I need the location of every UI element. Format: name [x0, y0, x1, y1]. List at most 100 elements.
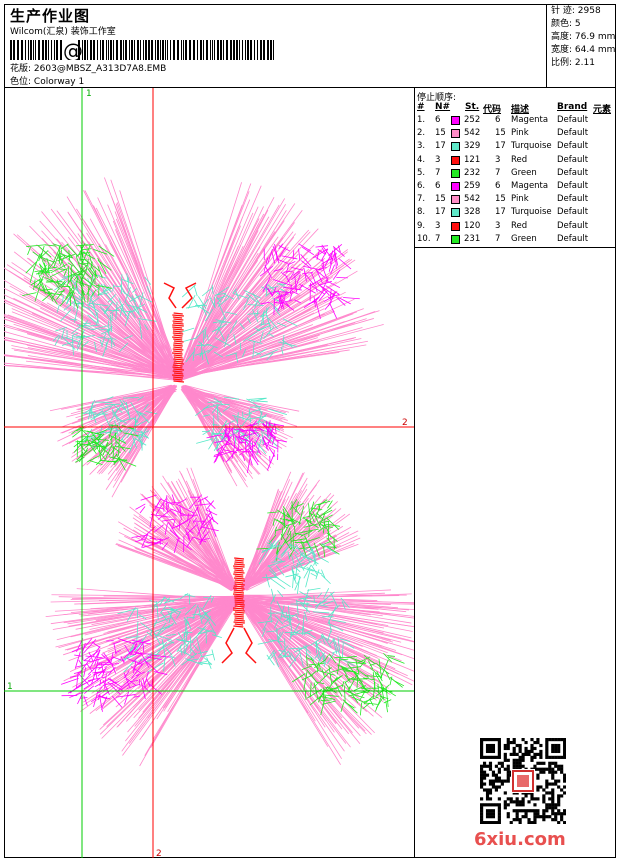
stats-box: 针 迹: 2958 颜色: 5 高度: 76.9 mm 宽度: 64.4 mm … [546, 4, 616, 88]
color-swatch [451, 195, 460, 205]
legend-cell-n: 17 [435, 207, 446, 218]
legend-cell-desc: Red [511, 154, 528, 165]
barcode-symbol: @ [63, 40, 83, 60]
legend-cell-desc: Green [511, 233, 537, 244]
legend-header-element: 元素 [593, 105, 612, 115]
color-swatch [451, 168, 460, 178]
design-preview: 1 2 2 1 [4, 88, 415, 858]
stat-height: 高度: 76.9 mm [551, 32, 616, 42]
legend-cell-desc: Pink [511, 194, 529, 205]
legend-header-desc: 描述 [511, 105, 530, 115]
embroidery-stitches [4, 177, 414, 767]
legend-cell-brand: Default [557, 181, 589, 191]
barcode: @ [10, 40, 274, 60]
legend-cell-st: 259 [464, 181, 481, 191]
legend-cell-brand: Default [557, 233, 589, 244]
legend-cell-code: 3 [495, 220, 501, 231]
legend-cell-brand: Default [557, 154, 589, 165]
color-swatch [451, 129, 460, 139]
color-swatch [451, 116, 460, 125]
stat-scale: 比例: 2.11 [551, 58, 595, 68]
site-watermark: 6xiu.com [474, 829, 566, 850]
qr-code [480, 738, 566, 824]
legend-cell-code: 15 [495, 128, 506, 139]
legend-cell-brand: Default [557, 167, 589, 178]
guide-label-left: 1 [7, 682, 13, 692]
legend-cell-brand: Default [557, 115, 589, 125]
legend-cell-st: 231 [464, 233, 481, 244]
colorway-label: 色位: [10, 77, 32, 87]
legend-cell-n: 15 [435, 128, 446, 139]
legend-header-num: # [417, 102, 425, 112]
stat-stitches: 针 迹: 2958 [551, 6, 601, 16]
legend-cell-brand: Default [557, 128, 589, 139]
design-file-label: 花版: [10, 64, 32, 74]
legend-cell-code: 17 [495, 141, 506, 152]
legend-cell-st: 120 [464, 220, 481, 231]
page-title: 生产作业图 [10, 7, 91, 25]
legend-cell-desc: Pink [511, 128, 529, 139]
legend-cell-num: 2. [417, 128, 426, 139]
legend-cell-desc: Magenta [511, 181, 549, 191]
legend-cell-code: 7 [495, 167, 501, 178]
color-swatch [451, 142, 460, 152]
legend-cell-code: 6 [495, 115, 501, 125]
legend-header-brand: Brand [557, 102, 588, 112]
color-swatch [451, 208, 460, 218]
legend-cell-brand: Default [557, 207, 589, 218]
legend-cell-st: 121 [464, 154, 481, 165]
color-swatch [451, 182, 460, 191]
legend-cell-n: 7 [435, 233, 441, 244]
legend-cell-num: 7. [417, 194, 426, 205]
design-file-row: 花版: 2603@MBSZ_A313D7A8.EMB [10, 61, 166, 74]
embroidery-preview: 1 2 2 1 [4, 88, 414, 858]
guide-label-right: 2 [402, 418, 408, 428]
legend-cell-num: 10. [417, 233, 431, 244]
legend-cell-num: 5. [417, 167, 426, 178]
legend-header-n: N# [435, 102, 451, 112]
legend-cell-brand: Default [557, 194, 589, 205]
legend-cell-st: 252 [464, 115, 481, 125]
legend-cell-code: 17 [495, 207, 506, 218]
legend-cell-n: 17 [435, 141, 446, 152]
legend-cell-n: 7 [435, 167, 441, 178]
legend-cell-desc: Turquoise [511, 207, 552, 218]
legend-header-st: St. [465, 102, 480, 112]
legend-cell-st: 329 [464, 141, 481, 152]
stop-sequence-legend: 停止顺序: # N# St. 代码 描述 Brand 元素 1. 6 252 6 Mag… [415, 88, 616, 248]
legend-cell-brand: Default [557, 141, 589, 152]
legend-cell-code: 7 [495, 233, 501, 244]
legend-cell-code: 15 [495, 194, 506, 205]
legend-cell-num: 8. [417, 207, 426, 218]
color-swatch [451, 221, 460, 231]
legend-cell-code: 6 [495, 181, 501, 191]
legend-cell-desc: Green [511, 167, 537, 178]
design-file-value: 2603@MBSZ_A313D7A8.EMB [33, 64, 167, 74]
legend-cell-st: 542 [464, 128, 481, 139]
legend-cell-num: 9. [417, 220, 426, 231]
guide-label-top: 1 [86, 89, 92, 99]
legend-cell-n: 15 [435, 194, 446, 205]
colorway-row: 色位: Colorway 1 [10, 74, 84, 87]
legend-cell-code: 3 [495, 154, 501, 165]
stat-colors: 颜色: 5 [551, 19, 581, 29]
legend-cell-num: 1. [417, 115, 426, 125]
legend-cell-st: 328 [464, 207, 481, 218]
legend-cell-n: 3 [435, 154, 441, 165]
header: 生产作业图 Wilcom(汇泉) 装饰工作室 @ 花版: 2603@MBSZ_A… [4, 4, 616, 88]
legend-cell-n: 6 [435, 115, 441, 125]
color-swatch [451, 155, 460, 165]
legend-cell-n: 3 [435, 220, 441, 231]
legend-cell-brand: Default [557, 220, 589, 231]
legend-cell-st: 232 [464, 167, 481, 178]
legend-cell-desc: Turquoise [511, 141, 552, 152]
company-name: Wilcom(汇泉) 装饰工作室 [10, 27, 116, 37]
color-swatch [451, 234, 460, 244]
legend-cell-num: 3. [417, 141, 426, 152]
colorway-value: Colorway 1 [33, 77, 85, 87]
legend-cell-st: 542 [464, 194, 481, 205]
legend-cell-desc: Red [511, 220, 528, 231]
legend-cell-desc: Magenta [511, 115, 549, 125]
guide-label-bottom: 2 [156, 849, 162, 858]
legend-cell-num: 6. [417, 181, 426, 191]
